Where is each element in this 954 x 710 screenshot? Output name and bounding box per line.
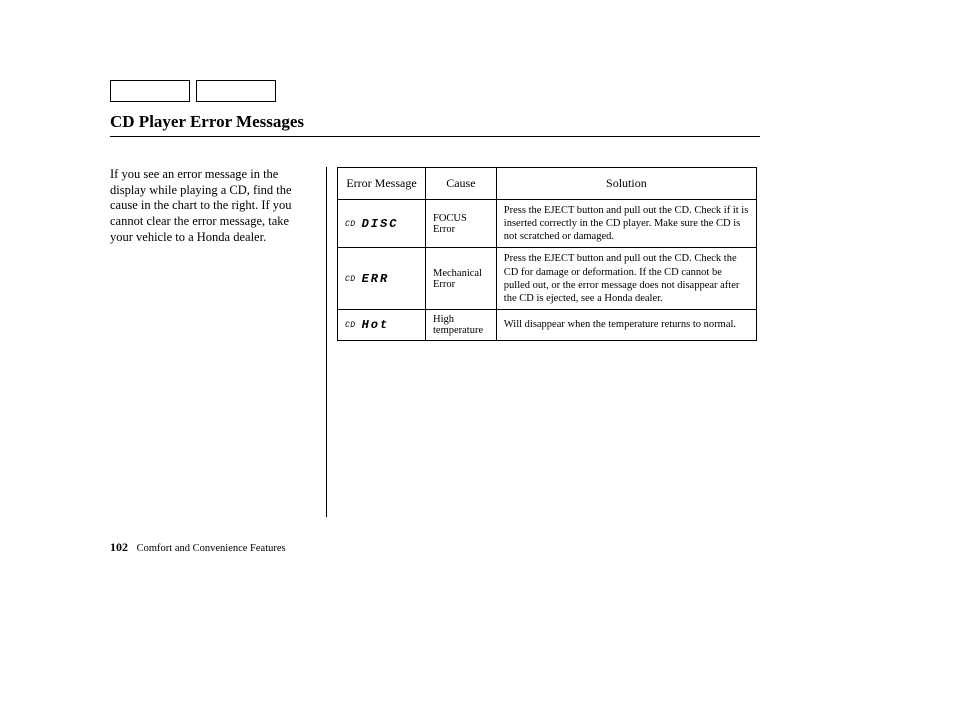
header-box-left xyxy=(110,80,190,102)
cause-cell: Mechanical Error xyxy=(426,248,497,310)
page-number: 102 xyxy=(110,540,128,554)
col-header-solution: Solution xyxy=(496,168,756,200)
cause-cell: High temperature xyxy=(426,309,497,340)
solution-cell: Press the EJECT button and pull out the … xyxy=(496,200,756,248)
manual-page: CD Player Error Messages If you see an e… xyxy=(110,80,760,517)
error-table: Error Message Cause Solution CD DISC FOCU… xyxy=(337,167,757,341)
table-row: CD Hot High temperature Will disappear wh… xyxy=(338,309,757,340)
page-footer: 102 Comfort and Convenience Features xyxy=(110,540,286,555)
error-code: Hot xyxy=(362,318,390,332)
solution-cell: Will disappear when the temperature retu… xyxy=(496,309,756,340)
table-row: CD ERR Mechanical Error Press the EJECT b… xyxy=(338,248,757,310)
col-header-error-message-text: Error Message xyxy=(344,176,419,191)
cd-prefix: CD xyxy=(345,220,356,229)
error-message-cell: CD Hot xyxy=(338,309,426,340)
cause-cell: FOCUS Error xyxy=(426,200,497,248)
intro-paragraph: If you see an error message in the displ… xyxy=(110,167,320,517)
error-message-cell: CD DISC xyxy=(338,200,426,248)
header-box-right xyxy=(196,80,276,102)
col-header-error-message: Error Message xyxy=(338,168,426,200)
cd-prefix: CD xyxy=(345,321,356,330)
vertical-rule xyxy=(326,167,327,517)
error-message-cell: CD ERR xyxy=(338,248,426,310)
page-title: CD Player Error Messages xyxy=(110,112,760,137)
solution-cell: Press the EJECT button and pull out the … xyxy=(496,248,756,310)
footer-section: Comfort and Convenience Features xyxy=(137,543,286,554)
header-box-row xyxy=(110,80,760,102)
error-table-wrapper: Error Message Cause Solution CD DISC FOCU… xyxy=(337,167,760,517)
content-row: If you see an error message in the displ… xyxy=(110,167,760,517)
col-header-cause: Cause xyxy=(426,168,497,200)
error-code: DISC xyxy=(362,217,399,231)
cd-prefix: CD xyxy=(345,275,356,284)
table-header-row: Error Message Cause Solution xyxy=(338,168,757,200)
table-row: CD DISC FOCUS Error Press the EJECT butto… xyxy=(338,200,757,248)
error-code: ERR xyxy=(362,272,390,286)
